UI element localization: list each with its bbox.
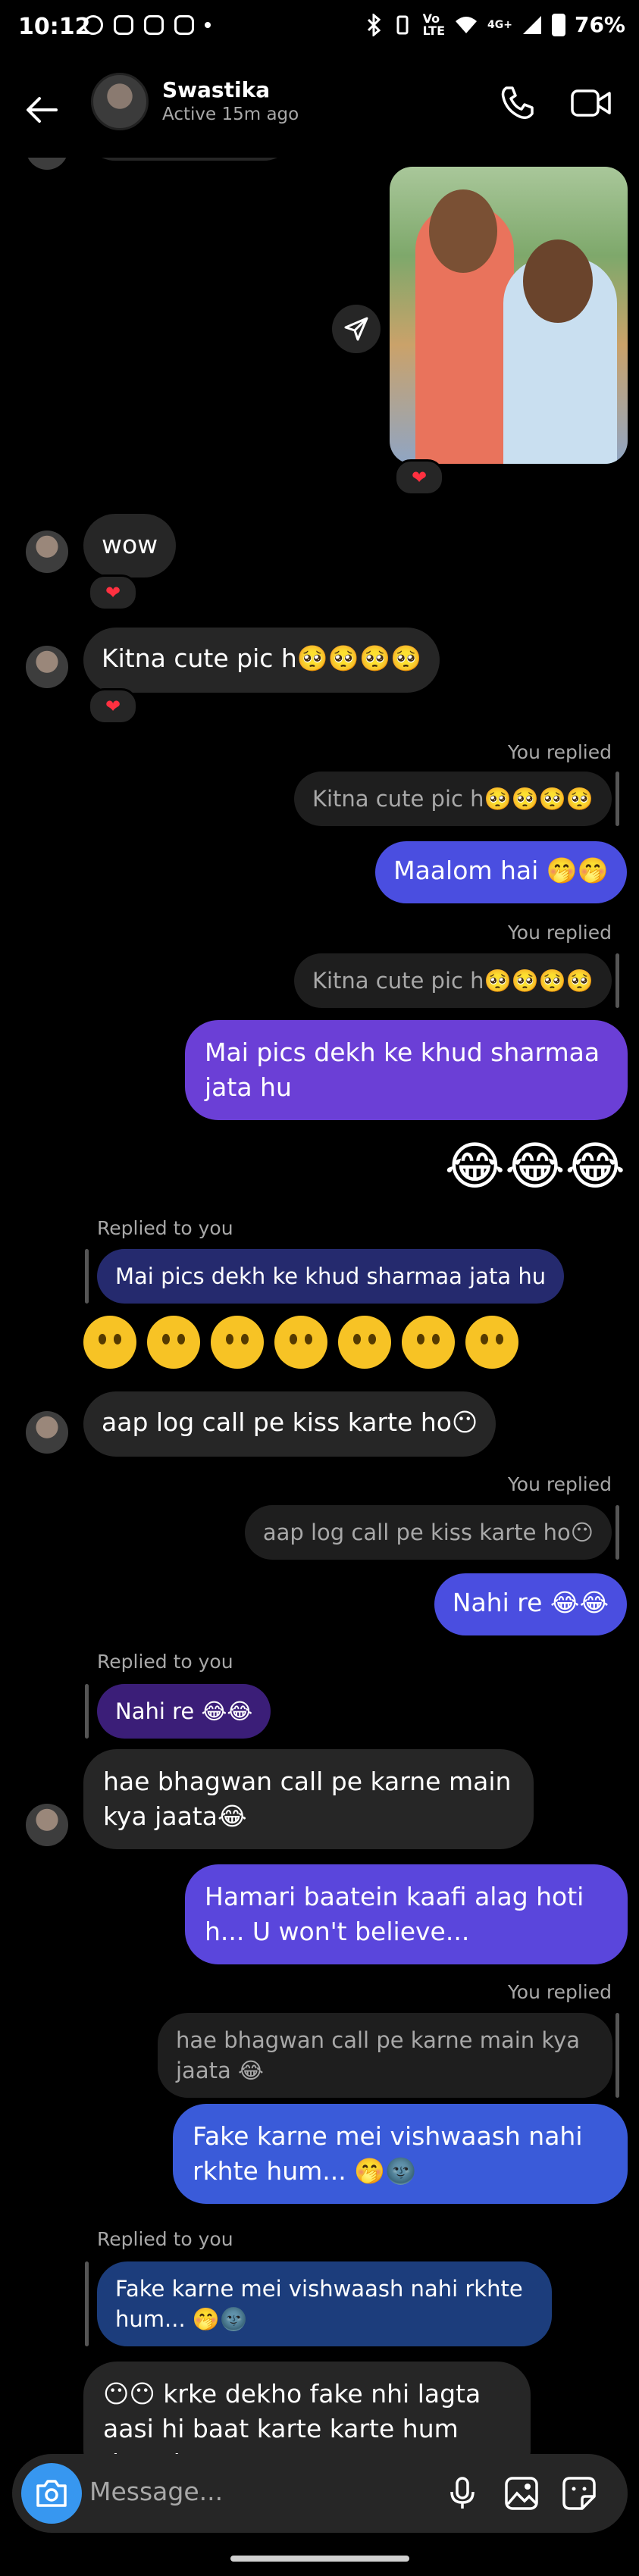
heart-reaction[interactable]: ❤	[88, 574, 138, 611]
message-sharmaa[interactable]: Mai pics dekh ke khud sharmaa jata hu	[185, 1020, 628, 1120]
battery-icon	[551, 13, 565, 36]
you-replied-label: You replied	[507, 741, 612, 763]
volte-label: Vo LTE	[422, 11, 445, 38]
sender-avatar	[26, 646, 68, 688]
phone-call-icon[interactable]	[497, 83, 537, 123]
sender-avatar	[26, 1411, 68, 1454]
message-fake[interactable]: Fake karne mei vishwaash nahi rkhte hum.…	[173, 2104, 628, 2204]
message-laugh-emojis[interactable]: 😂😂😂	[445, 1137, 625, 1197]
status-bar: 10:12 Vo LTE 4G+ 76%	[0, 0, 639, 70]
status-time: 10:12	[18, 14, 91, 40]
sender-avatar	[26, 531, 68, 573]
camera-icon	[36, 2480, 67, 2507]
reply-bar	[85, 2261, 89, 2346]
news-icon	[174, 15, 194, 35]
sender-avatar	[26, 158, 68, 170]
quoted-message[interactable]: Kitna cute pic h🥺🥺🥺🥺	[293, 953, 612, 1008]
message-composer: Message...	[12, 2454, 628, 2533]
contact-name[interactable]: Swastika	[162, 77, 270, 102]
wifi-icon	[456, 16, 477, 33]
message-neutral-faces[interactable]: 😶😶😶😶😶😶😶	[83, 1316, 529, 1376]
message-input[interactable]: Message...	[89, 2477, 223, 2506]
instagram-icon	[114, 15, 133, 35]
reply-bar	[85, 1684, 89, 1739]
microphone-icon[interactable]	[443, 2474, 482, 2513]
back-arrow-icon[interactable]	[21, 89, 62, 130]
you-replied-label: You replied	[507, 1473, 612, 1495]
message-nahi[interactable]: Nahi re 😂😂	[434, 1573, 627, 1635]
reply-bar	[85, 1249, 89, 1304]
quoted-message[interactable]: Kitna cute pic h🥺🥺🥺🥺	[293, 772, 612, 826]
you-replied-label: You replied	[507, 1981, 612, 2003]
share-icon[interactable]	[332, 305, 381, 353]
quoted-message[interactable]: Mai pics dekh ke khud sharmaa jata hu	[97, 1249, 565, 1304]
video-call-icon[interactable]	[570, 83, 612, 123]
quoted-message[interactable]: hae bhagwan call pe karne main kya jaata…	[158, 2013, 612, 2098]
quoted-message[interactable]: aap log call pe kiss karte ho😶	[244, 1505, 612, 1560]
whatsapp-icon	[83, 15, 103, 35]
instagram-icon	[144, 15, 164, 35]
message-wow[interactable]: wow	[83, 514, 177, 577]
bluetooth-icon	[367, 13, 381, 36]
message-kiss[interactable]: aap log call pe kiss karte ho😶	[83, 1391, 496, 1457]
dot-icon	[205, 22, 211, 28]
message-bhagwan[interactable]: hae bhagwan call pe karne main kya jaata…	[83, 1749, 534, 1849]
sender-avatar	[26, 1804, 68, 1846]
contact-status: Active 15m ago	[162, 105, 299, 124]
system-icons: Vo LTE 4G+ 76%	[365, 12, 625, 37]
reply-bar	[616, 1505, 619, 1560]
home-indicator[interactable]	[230, 2556, 409, 2562]
replied-to-you-label: Replied to you	[97, 1217, 233, 1239]
gallery-icon[interactable]	[502, 2474, 541, 2513]
vibrate-icon	[396, 15, 409, 34]
message-last[interactable]: 😶😶 krke dekho fake nhi lagta aasi hi baa…	[83, 2362, 531, 2454]
chat-header: Swastika Active 15m ago	[0, 70, 639, 158]
message-list[interactable]: ❤ wow ❤ Kitna cute pic h🥺🥺🥺🥺 ❤ You repli…	[0, 158, 639, 2454]
reply-bar	[616, 772, 619, 826]
shared-photo[interactable]	[390, 167, 628, 464]
signal-icon	[522, 15, 541, 34]
battery-level: 76%	[574, 12, 625, 37]
previous-message[interactable]	[83, 158, 296, 161]
message-maalom[interactable]: Maalom hai 🤭🤭	[375, 841, 627, 903]
quoted-message[interactable]: Fake karne mei vishwaash nahi rkhte hum.…	[97, 2261, 552, 2346]
message-baatein[interactable]: Hamari baatein kaafi alag hoti h... U wo…	[185, 1864, 628, 1964]
replied-to-you-label: Replied to you	[97, 2228, 233, 2250]
quoted-message[interactable]: Nahi re 😂😂	[97, 1684, 271, 1739]
contact-avatar[interactable]	[91, 73, 149, 130]
reply-bar	[616, 2013, 619, 2098]
heart-reaction[interactable]: ❤	[88, 688, 138, 725]
replied-to-you-label: Replied to you	[97, 1651, 233, 1673]
network-label: 4G+	[487, 18, 512, 31]
sticker-icon[interactable]	[559, 2474, 599, 2513]
message-cute-pic[interactable]: Kitna cute pic h🥺🥺🥺🥺	[83, 628, 440, 693]
you-replied-label: You replied	[507, 922, 612, 944]
heart-reaction[interactable]: ❤	[394, 459, 444, 496]
camera-button[interactable]	[21, 2463, 82, 2524]
notification-icons	[83, 15, 211, 35]
reply-bar	[616, 953, 619, 1008]
